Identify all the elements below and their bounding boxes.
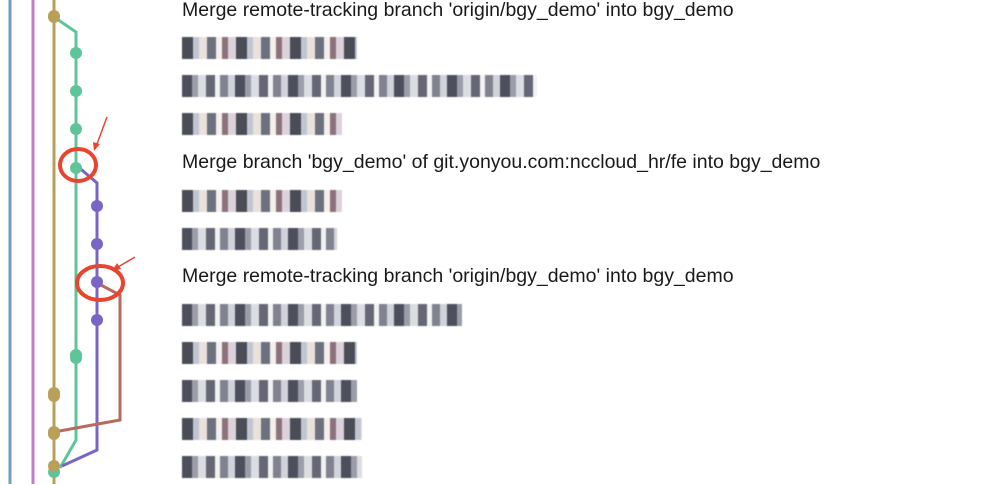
commit-row[interactable] <box>182 409 362 447</box>
commit-row[interactable]: Merge branch 'bgy_demo' of git.yonyou.co… <box>182 143 820 181</box>
redacted-message <box>182 379 357 402</box>
commit-message: Merge remote-tracking branch 'origin/bgy… <box>182 0 734 21</box>
commit-dot[interactable] <box>91 276 103 288</box>
commit-row[interactable]: Merge remote-tracking branch 'origin/bgy… <box>182 257 734 295</box>
commit-message: Merge branch 'bgy_demo' of git.yonyou.co… <box>182 151 821 173</box>
redacted-message <box>182 227 337 250</box>
commit-dot[interactable] <box>91 238 103 250</box>
commit-row[interactable] <box>182 447 362 485</box>
commit-dot[interactable] <box>48 460 60 472</box>
commit-row[interactable] <box>182 295 462 333</box>
redacted-message <box>182 417 362 440</box>
commit-dot[interactable] <box>91 314 103 326</box>
redacted-message <box>182 303 462 326</box>
branch-line-purple <box>61 163 99 468</box>
commit-dot[interactable] <box>91 200 103 212</box>
redacted-message <box>182 74 537 97</box>
commit-graph <box>8 0 136 484</box>
commit-row[interactable] <box>182 66 537 104</box>
branch-line-rust <box>53 281 122 434</box>
commit-row[interactable] <box>182 28 357 66</box>
redacted-message <box>182 189 342 212</box>
commit-dot[interactable] <box>70 47 82 59</box>
commit-dot[interactable] <box>48 11 60 23</box>
commit-dot[interactable] <box>70 85 82 97</box>
commit-dot[interactable] <box>70 123 82 135</box>
commit-dot[interactable] <box>48 426 60 438</box>
annotation-arrow <box>96 116 108 145</box>
commit-row[interactable]: Merge remote-tracking branch 'origin/bgy… <box>182 0 734 29</box>
commit-row[interactable] <box>182 104 342 142</box>
commit-row[interactable] <box>182 181 342 219</box>
commit-row[interactable] <box>182 219 337 257</box>
commit-row[interactable] <box>182 333 357 371</box>
annotation-arrowhead <box>93 142 100 151</box>
commit-dot[interactable] <box>70 349 82 361</box>
commit-row[interactable] <box>182 371 357 409</box>
redacted-message <box>182 455 362 478</box>
commit-message: Merge remote-tracking branch 'origin/bgy… <box>182 265 734 287</box>
commit-dot[interactable] <box>48 387 60 399</box>
redacted-message <box>182 36 357 59</box>
redacted-message <box>182 341 357 364</box>
annotation-arrow <box>117 256 136 268</box>
redacted-message <box>182 112 342 135</box>
commit-dot[interactable] <box>70 162 82 174</box>
